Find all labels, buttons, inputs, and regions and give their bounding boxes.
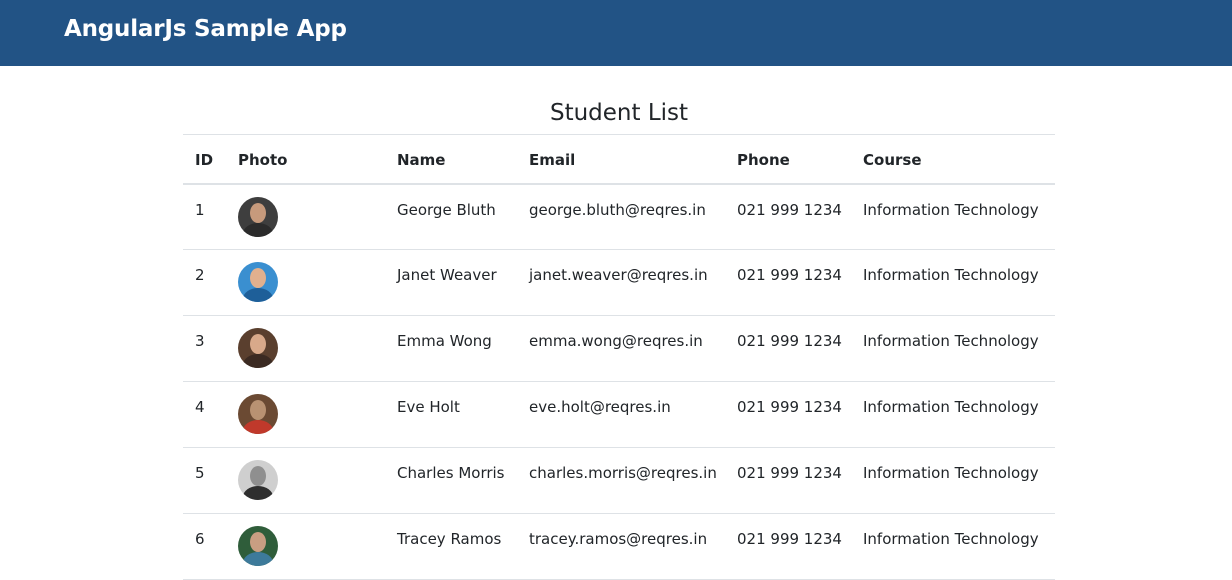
avatar-head — [250, 202, 266, 223]
cell-id: 1 — [195, 200, 205, 219]
column-header-phone: Phone — [737, 151, 790, 169]
cell-photo — [226, 250, 385, 316]
cell-course: Information Technology — [863, 266, 1039, 284]
cell-id: 2 — [195, 266, 205, 284]
cell-id: 5 — [195, 464, 205, 482]
avatar — [238, 196, 278, 237]
cell-photo — [226, 514, 385, 580]
cell-course: Information Technology — [863, 200, 1039, 219]
page-title: Student List — [549, 100, 689, 126]
cell-photo — [226, 184, 385, 250]
column-header-email: Email — [529, 151, 576, 169]
cell-phone: 021 999 1234 — [737, 332, 842, 350]
cell-course: Information Technology — [863, 332, 1039, 350]
cell-id: 4 — [195, 398, 205, 416]
cell-phone: 021 999 1234 — [737, 266, 842, 284]
avatar-body — [243, 288, 273, 302]
avatar-head — [250, 532, 266, 552]
column-header-course: Course — [863, 151, 922, 169]
cell-phone: 021 999 1234 — [737, 200, 842, 219]
column-header-photo: Photo — [238, 151, 288, 169]
column-header-id: ID — [195, 151, 214, 169]
cell-course: Information Technology — [863, 464, 1039, 482]
cell-photo — [226, 382, 385, 448]
avatar — [238, 328, 278, 368]
table-row: 2 Janet Weaver janet.weaver@reqres.in 021 9… — [183, 250, 1055, 316]
app-brand[interactable]: AngularJs Sample App — [64, 15, 347, 43]
table-row: 6 Tracey Ramos tracey.ramos@reqres.in 021 9… — [183, 514, 1055, 580]
cell-email: eve.holt@reqres.in — [529, 398, 671, 416]
cell-id: 6 — [195, 530, 205, 548]
avatar-body — [243, 420, 273, 434]
avatar-head — [250, 466, 266, 486]
table-row: 3 Emma Wong emma.wong@reqres.in 021 999 123… — [183, 316, 1055, 382]
cell-course: Information Technology — [863, 530, 1039, 548]
table-header-row: ID Photo Name Email Phone Course — [183, 134, 1055, 184]
cell-email: george.bluth@reqres.in — [529, 200, 706, 219]
cell-phone: 021 999 1234 — [737, 530, 842, 548]
cell-phone: 021 999 1234 — [737, 464, 842, 482]
cell-name: Tracey Ramos — [397, 530, 502, 548]
avatar-body — [243, 222, 273, 237]
cell-photo — [226, 448, 385, 514]
cell-photo — [226, 316, 385, 382]
cell-phone: 021 999 1234 — [737, 398, 842, 416]
cell-course: Information Technology — [863, 398, 1039, 416]
avatar-body — [243, 486, 273, 500]
avatar — [238, 262, 278, 302]
table-body: 1 George Bluth george.bluth@reqres.in 021 9… — [183, 184, 1055, 580]
cell-email: janet.weaver@reqres.in — [529, 266, 708, 284]
top-navbar: AngularJs Sample App — [0, 0, 1232, 66]
table-row: 1 George Bluth george.bluth@reqres.in 021 9… — [183, 184, 1055, 250]
avatar — [238, 394, 278, 434]
cell-email: charles.morris@reqres.in — [529, 464, 717, 482]
avatar-head — [250, 400, 266, 420]
cell-email: tracey.ramos@reqres.in — [529, 530, 708, 548]
table-row: 4 Eve Holt eve.holt@reqres.in 021 999 1234 I… — [183, 382, 1055, 448]
student-table-container: ID Photo Name Email Phone Course 1 George… — [183, 134, 1055, 580]
avatar-head — [250, 334, 266, 354]
avatar-head — [250, 268, 266, 288]
cell-name: Janet Weaver — [397, 266, 497, 284]
student-table: ID Photo Name Email Phone Course 1 George… — [183, 134, 1055, 580]
cell-email: emma.wong@reqres.in — [529, 332, 703, 350]
cell-name: Charles Morris — [397, 464, 505, 482]
avatar-body — [243, 354, 273, 368]
avatar-body — [243, 552, 273, 566]
cell-name: Emma Wong — [397, 332, 492, 350]
avatar — [238, 526, 278, 566]
cell-name: Eve Holt — [397, 398, 460, 416]
cell-id: 3 — [195, 332, 205, 350]
table-row: 5 Charles Morris charles.morris@reqres.in 0… — [183, 448, 1055, 514]
avatar — [238, 460, 278, 500]
column-header-name: Name — [397, 151, 446, 169]
cell-name: George Bluth — [397, 200, 496, 219]
